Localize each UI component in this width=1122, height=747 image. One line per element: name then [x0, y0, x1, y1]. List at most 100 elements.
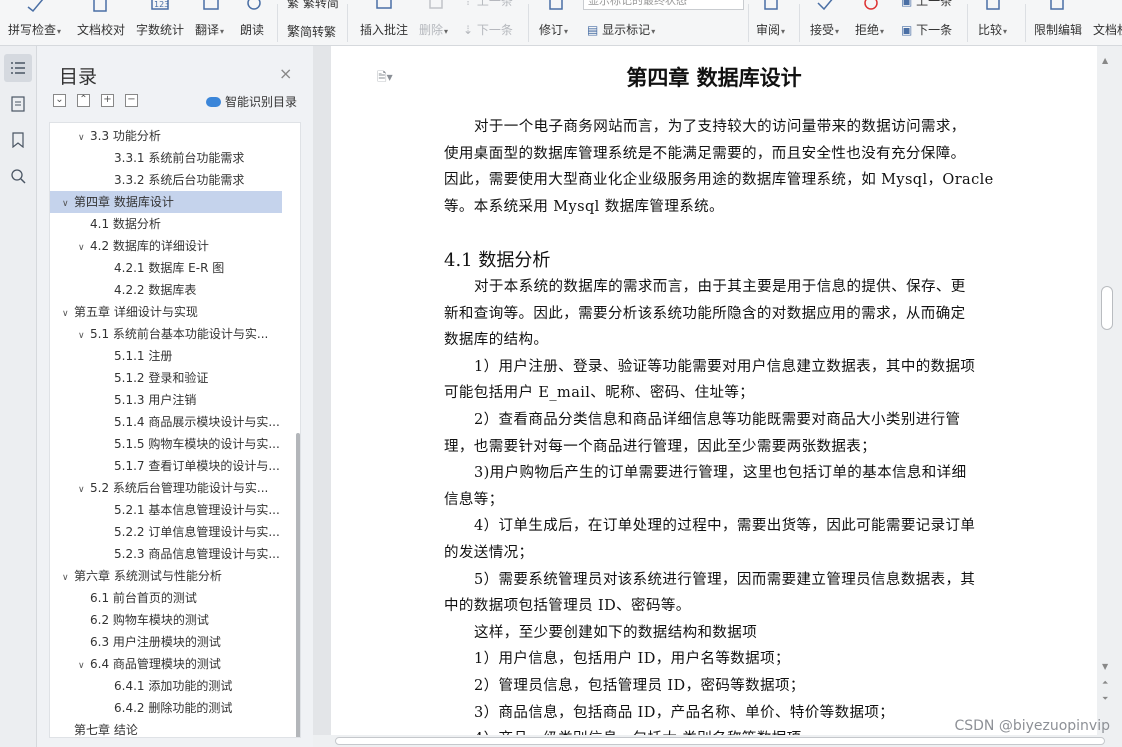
- paragraph-line: 理，也需要针对每一个商品进行管理，因此至少需要两张数据表；: [444, 438, 877, 455]
- restrict-icon: [1050, 0, 1064, 10]
- toc-item[interactable]: 5.2.1 基本信息管理设计与实...: [50, 499, 282, 521]
- toc-item[interactable]: 5.2.2 订单信息管理设计与实...: [50, 521, 282, 543]
- toc-item[interactable]: 3.3.2 系统后台功能需求: [50, 169, 282, 191]
- ribbon-toolbar: 拼写检查▾ 文档校对 123 字数统计 翻译▾ 朗读 繁 繁转简 繁简转繁 插入…: [0, 0, 1122, 46]
- toc-item[interactable]: ∨ 5.2 系统后台管理功能设计与实...: [50, 477, 282, 499]
- toc-item-label: 5.1.2 登录和验证: [114, 371, 209, 385]
- toc-title: 目录: [59, 66, 98, 88]
- expand-arrow-icon[interactable]: ∨: [78, 655, 90, 675]
- spell-check-icon: [27, 0, 44, 13]
- toc-item[interactable]: ∨ 5.1 系统前台基本功能设计与实...: [50, 323, 282, 345]
- scroll-up-icon[interactable]: ▲: [1102, 56, 1108, 65]
- bookmark-button[interactable]: [4, 126, 32, 154]
- toc-scrollbar[interactable]: [296, 433, 300, 737]
- comment-icon: [376, 0, 392, 9]
- paragraph-line: 使用桌面型的数据库管理系统是不能满足需要的，而且安全性也没有充分保障。: [444, 145, 966, 162]
- toc-item[interactable]: 5.2.3 商品信息管理设计与实...: [50, 543, 282, 565]
- toc-item-label: 4.1 数据分析: [90, 217, 161, 231]
- horizontal-scrollbar[interactable]: [313, 735, 1105, 747]
- paragraph-line: 数据库的结构。: [444, 332, 549, 349]
- bookmark-icon: [12, 132, 24, 148]
- toc-item-label: 5.2.2 订单信息管理设计与实...: [114, 525, 280, 539]
- reject-icon: [864, 0, 878, 10]
- toc-item[interactable]: 5.1.5 购物车模块的设计与实...: [50, 433, 282, 455]
- ribbon-separator: [277, 4, 278, 42]
- ribbon-separator: [799, 4, 800, 42]
- close-icon[interactable]: ×: [279, 64, 292, 83]
- expand-up-icon[interactable]: ⌃: [77, 94, 90, 107]
- toc-item-label: 5.1.1 注册: [114, 349, 173, 363]
- toc-item[interactable]: 5.1.2 登录和验证: [50, 367, 282, 389]
- toc-item[interactable]: ∨ 6.4 商品管理模块的测试: [50, 653, 282, 675]
- toc-item[interactable]: 5.1.3 用户注销: [50, 389, 282, 411]
- toc-item[interactable]: 5.1.1 注册: [50, 345, 282, 367]
- paragraph-line: 这样，至少要创建如下的数据结构和数据项: [474, 624, 758, 641]
- accept-icon: [817, 0, 833, 11]
- toc-item[interactable]: 6.4.1 添加功能的测试: [50, 675, 282, 697]
- expand-arrow-icon[interactable]: ∨: [78, 127, 90, 147]
- proof-icon: [93, 0, 107, 12]
- toc-item[interactable]: 4.1 数据分析: [50, 213, 282, 235]
- toc-item-label: 4.2 数据库的详细设计: [90, 239, 209, 253]
- pages-button[interactable]: [4, 90, 32, 118]
- toc-item[interactable]: 6.4.2 删除功能的测试: [50, 697, 282, 719]
- expand-arrow-icon[interactable]: ∨: [78, 325, 90, 345]
- toc-item[interactable]: ∨ 第六章 系统测试与性能分析: [50, 565, 282, 587]
- toc-item[interactable]: 6.1 前台首页的测试: [50, 587, 282, 609]
- toc-item[interactable]: 5.1.7 查看订单模块的设计与...: [50, 455, 282, 477]
- toc-item[interactable]: ∨ 3.3 功能分析: [50, 125, 282, 147]
- add-icon[interactable]: +: [101, 94, 114, 107]
- next-page-icon[interactable]: ⏷: [1102, 694, 1108, 704]
- paragraph-line: 对于一个电子商务网站而言，为了支持较大的访问量带来的数据访问需求，: [474, 119, 966, 135]
- paragraph-line: 3)用户购物后产生的订单需要进行管理，这里也包括订单的基本信息和详细: [474, 465, 967, 482]
- toc-item-label: 5.1.4 商品展示模块设计与实...: [114, 415, 280, 429]
- h-scroll-thumb[interactable]: [335, 737, 1105, 745]
- toc-toggle-button[interactable]: [4, 54, 32, 82]
- chapter-title: 第四章 数据库设计: [626, 65, 802, 90]
- revise-icon: [549, 0, 563, 10]
- toc-item[interactable]: 6.3 用户注册模块的测试: [50, 631, 282, 653]
- word-count-icon: 123: [151, 0, 169, 10]
- toc-item[interactable]: 4.2.2 数据库表: [50, 279, 282, 301]
- toc-item-label: 6.3 用户注册模块的测试: [90, 635, 221, 649]
- paragraph-line: 5）需要系统管理员对该系统进行管理，因而需要建立管理员信息数据表，其: [474, 571, 976, 588]
- toc-item[interactable]: 5.1.4 商品展示模块设计与实...: [50, 411, 282, 433]
- toc-item-label: 5.1.7 查看订单模块的设计与...: [114, 459, 280, 473]
- scroll-down-icon[interactable]: ▼: [1102, 662, 1108, 671]
- compare-icon: [986, 0, 1000, 10]
- toc-item-label: 5.1 系统前台基本功能设计与实...: [90, 327, 269, 341]
- paragraph-line: 3）商品信息，包括商品 ID，产品名称、单价、特价等数据项；: [474, 704, 895, 721]
- prev-page-icon[interactable]: ⏶: [1102, 678, 1108, 688]
- find-button[interactable]: [4, 162, 32, 190]
- toc-item-label: 第四章 数据库设计: [74, 195, 174, 209]
- toc-item[interactable]: ∨ 第四章 数据库设计: [50, 191, 282, 213]
- toc-item-label: 6.1 前台首页的测试: [90, 591, 197, 605]
- expand-arrow-icon[interactable]: ∨: [62, 193, 74, 213]
- toc-item-label: 5.1.5 购物车模块的设计与实...: [114, 437, 280, 451]
- markup-icon: ▤: [587, 23, 599, 37]
- ribbon-separator: [1025, 4, 1026, 42]
- toc-item-label: 6.4.1 添加功能的测试: [114, 679, 233, 693]
- toc-item[interactable]: 6.2 购物车模块的测试: [50, 609, 282, 631]
- remove-icon[interactable]: −: [125, 94, 138, 107]
- toc-item-label: 6.4.2 删除功能的测试: [114, 701, 233, 715]
- expand-arrow-icon[interactable]: ∨: [78, 237, 90, 257]
- expand-arrow-icon[interactable]: ∨: [62, 303, 74, 323]
- expand-arrow-icon[interactable]: ∨: [62, 567, 74, 587]
- smart-toc-button[interactable]: 智能识别目录: [206, 93, 297, 110]
- expand-arrow-icon[interactable]: ∨: [78, 479, 90, 499]
- document-page[interactable]: 🗎▾ 第四章 数据库设计 对于一个电子商务网站而言，为了支持较大的访问量带来的数…: [331, 46, 1097, 735]
- collapse-all-icon[interactable]: ⌄: [53, 94, 66, 107]
- toc-item[interactable]: 3.3.1 系统前台功能需求: [50, 147, 282, 169]
- toc-item[interactable]: 第七章 结论: [50, 719, 282, 737]
- toc-item[interactable]: ∨ 第五章 详细设计与实现: [50, 301, 282, 323]
- toc-item-label: 5.2 系统后台管理功能设计与实...: [90, 481, 269, 495]
- toc-item[interactable]: 4.2.1 数据库 E-R 图: [50, 257, 282, 279]
- paragraph-line: 4）商品一级类别信息，包括大 类别名称等数据项: [474, 726, 1034, 735]
- toc-item-label: 3.3.2 系统后台功能需求: [114, 173, 245, 187]
- paragraph-line: 2）管理员信息，包括管理员 ID，密码等数据项；: [474, 678, 805, 694]
- vertical-scrollbar[interactable]: ▲ ▼ ⏶ ⏷: [1097, 46, 1122, 747]
- toc-item[interactable]: ∨ 4.2 数据库的详细设计: [50, 235, 282, 257]
- cloud-icon: [206, 96, 221, 107]
- scroll-thumb[interactable]: [1101, 286, 1113, 330]
